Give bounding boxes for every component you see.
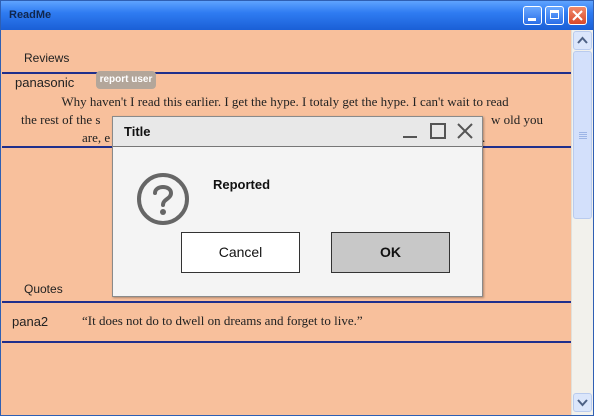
close-icon[interactable] (456, 122, 474, 140)
quotes-divider-top (2, 301, 571, 303)
grip-line (579, 132, 587, 133)
quote-username[interactable]: pana2 (12, 314, 48, 329)
window-minimize-button[interactable] (523, 6, 542, 25)
ok-button[interactable]: OK (331, 232, 450, 273)
dialog-title: Title (124, 124, 151, 139)
window-title: ReadMe (9, 9, 52, 21)
close-icon (572, 10, 583, 21)
question-icon (137, 173, 189, 225)
report-user-button[interactable]: report user (96, 71, 156, 89)
window-titlebar[interactable]: ReadMe (1, 1, 593, 30)
review-text-line-2-end: w old you (491, 112, 543, 127)
review-text-line-2-start: the rest of the s (21, 112, 101, 127)
vertical-scrollbar[interactable] (571, 30, 593, 415)
reviews-heading: Reviews (24, 51, 70, 65)
review-text-line-1: Why haven't I read this earlier. I get t… (61, 94, 509, 109)
window-close-button[interactable] (568, 6, 587, 25)
quotes-heading: Quotes (24, 282, 63, 296)
quote-text: “It does not do to dwell on dreams and f… (82, 313, 363, 328)
chevron-up-icon (577, 36, 588, 44)
window-maximize-button[interactable] (545, 6, 564, 25)
minimize-icon (528, 18, 536, 21)
maximize-icon (550, 10, 559, 19)
chevron-down-icon (577, 399, 588, 407)
minimize-icon[interactable] (401, 122, 419, 140)
report-dialog: Title Reported Cancel OK (112, 116, 483, 297)
maximize-icon[interactable] (429, 122, 447, 140)
grip-line (579, 134, 587, 135)
scroll-up-button[interactable] (573, 31, 592, 50)
reviews-divider-top (2, 72, 571, 74)
quotes-divider-bottom (2, 341, 571, 343)
cancel-button[interactable]: Cancel (181, 232, 300, 273)
dialog-titlebar[interactable]: Title (113, 117, 482, 147)
grip-line (579, 136, 587, 137)
scroll-thumb[interactable] (573, 51, 592, 219)
grip-line (579, 138, 587, 139)
review-username[interactable]: panasonic (15, 75, 74, 90)
scroll-down-button[interactable] (573, 393, 592, 412)
dialog-message: Reported (213, 177, 271, 192)
review-text-line-3-start: are, e (82, 130, 111, 145)
